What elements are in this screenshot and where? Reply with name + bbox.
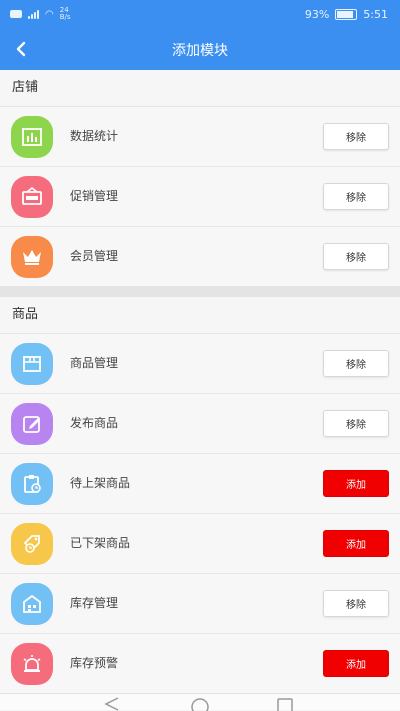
- list-item: 库存预警 添加: [0, 634, 400, 694]
- remove-button[interactable]: 移除: [323, 123, 389, 150]
- module-label: 库存预警: [70, 656, 119, 670]
- sale-tag-icon: [11, 176, 53, 218]
- bar-chart-icon: [11, 116, 53, 158]
- module-label: 数据统计: [70, 129, 119, 143]
- list-item: 库存管理 移除: [0, 574, 400, 634]
- section-title-goods: 商品: [0, 297, 400, 334]
- module-label: 库存管理: [70, 596, 119, 610]
- network-speed: 24 B/s: [59, 6, 71, 21]
- add-button[interactable]: 添加: [323, 530, 389, 557]
- add-button[interactable]: 添加: [323, 650, 389, 677]
- remove-button[interactable]: 移除: [323, 183, 389, 210]
- module-label: 发布商品: [70, 416, 119, 430]
- remove-button[interactable]: 移除: [323, 590, 389, 617]
- alarm-icon: [11, 643, 53, 685]
- list-item: 会员管理 移除: [0, 227, 400, 287]
- system-nav-bar: [0, 693, 400, 711]
- wifi-icon: ◠: [45, 8, 54, 20]
- page-title: 添加模块: [172, 43, 228, 59]
- section-divider: [0, 287, 400, 297]
- section-title-store: 店铺: [0, 70, 400, 107]
- battery-percent: 93%: [304, 8, 330, 21]
- list-item: 待上架商品 添加: [0, 454, 400, 514]
- list-item: 促销管理 移除: [0, 167, 400, 227]
- hd-icon: [10, 10, 22, 18]
- module-label: 已下架商品: [70, 536, 131, 550]
- tag-clock-icon: [11, 523, 53, 565]
- edit-icon: [11, 403, 53, 445]
- clock: 5:51: [363, 8, 388, 21]
- module-label: 待上架商品: [70, 476, 131, 490]
- module-label: 会员管理: [70, 249, 119, 263]
- remove-button[interactable]: 移除: [323, 243, 389, 270]
- clipboard-clock-icon: [11, 463, 53, 505]
- title-bar: 添加模块: [0, 30, 400, 70]
- list-item: 已下架商品 添加: [0, 514, 400, 574]
- status-bar: ◠ 24 B/s 93% 5:51: [0, 0, 400, 30]
- box-icon: [11, 343, 53, 385]
- home-circle-icon[interactable]: [190, 697, 210, 711]
- module-label: 促销管理: [70, 189, 119, 203]
- list-item: 发布商品 移除: [0, 394, 400, 454]
- add-button[interactable]: 添加: [323, 470, 389, 497]
- remove-button[interactable]: 移除: [323, 410, 389, 437]
- recents-square-icon[interactable]: [276, 697, 294, 711]
- battery-icon: [335, 9, 358, 20]
- module-list: 店铺 数据统计 移除 促销管理 移除 会员管理 移除 商品 商品管理 移除 发布: [0, 70, 400, 694]
- remove-button[interactable]: 移除: [323, 350, 389, 377]
- signal-icon: [28, 9, 39, 19]
- list-item: 商品管理 移除: [0, 334, 400, 394]
- module-label: 商品管理: [70, 356, 119, 370]
- list-item: 数据统计 移除: [0, 107, 400, 167]
- back-triangle-icon[interactable]: [104, 697, 120, 711]
- crown-icon: [11, 236, 53, 278]
- warehouse-icon: [11, 583, 53, 625]
